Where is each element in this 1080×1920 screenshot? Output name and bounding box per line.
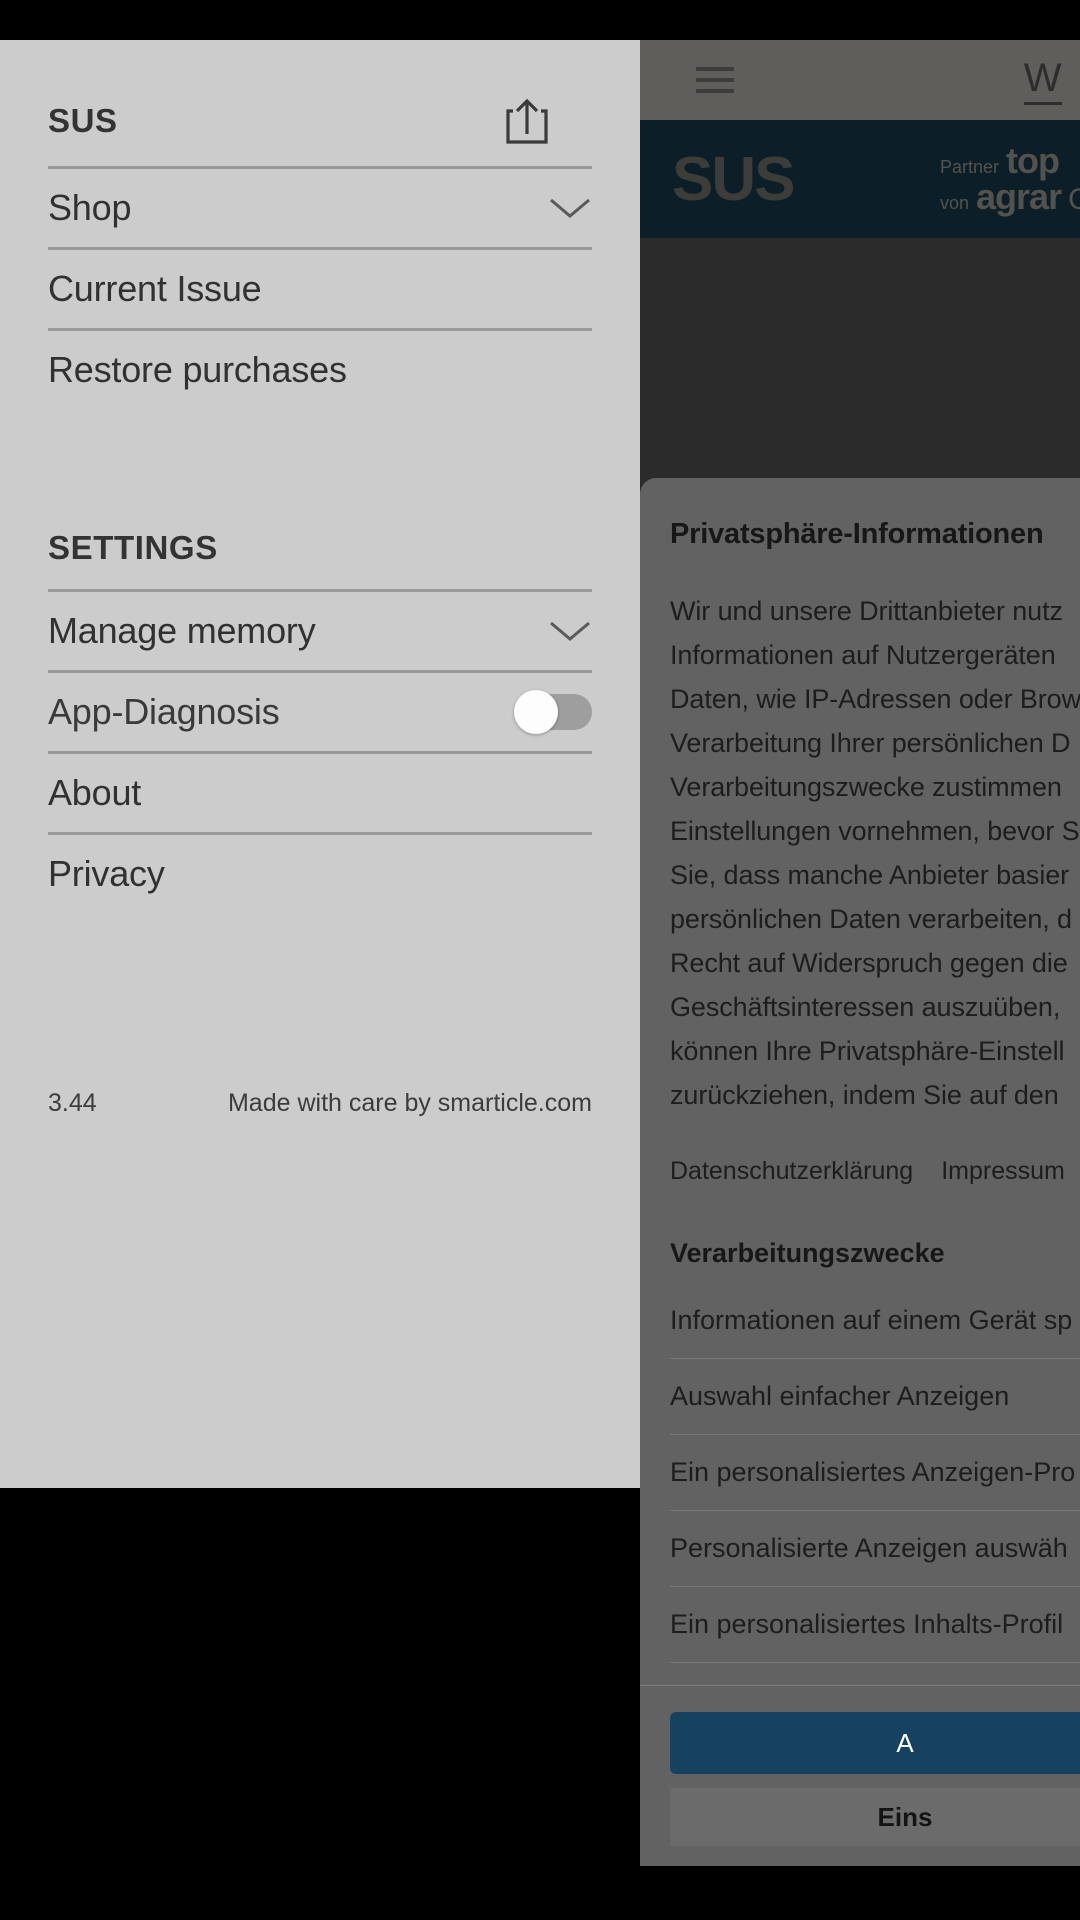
status-bar-black	[0, 0, 1080, 40]
settings-section: SETTINGS Manage memory App-Diagnosis Abo…	[0, 529, 640, 913]
partner-brand-agrar: agrar	[976, 176, 1062, 217]
hamburger-menu-icon[interactable]	[696, 67, 734, 93]
list-item[interactable]: Personalisierte Anzeigen auswäh	[670, 1511, 1080, 1587]
list-item[interactable]: Ein personalisiertes Inhalts-Profil	[670, 1587, 1080, 1663]
privacy-dialog-body: Wir und unsere Drittanbieter nutz Inform…	[670, 596, 1080, 1110]
sidebar-item-restore-purchases[interactable]: Restore purchases	[48, 328, 592, 409]
list-item[interactable]: Informationen auf einem Gerät sp	[670, 1283, 1080, 1359]
settings-title: SETTINGS	[48, 529, 218, 566]
chevron-down-icon[interactable]	[548, 619, 592, 643]
link-datenschutzerklaerung[interactable]: Datenschutzerklärung	[670, 1157, 913, 1186]
partner-brand-online: On	[1068, 183, 1080, 216]
navigation-bar-black	[0, 1866, 1080, 1920]
settings-button[interactable]: Eins	[670, 1788, 1080, 1846]
partner-brand-top: top	[1006, 140, 1060, 181]
sidebar-item-label: Current Issue	[48, 268, 262, 309]
sidebar-item-label: Restore purchases	[48, 349, 347, 390]
app-section-header: SUS	[48, 40, 592, 144]
partner-label: Partner	[940, 157, 1000, 177]
accept-all-button[interactable]: A	[670, 1712, 1080, 1774]
sidebar-item-manage-memory[interactable]: Manage memory	[48, 589, 592, 670]
navigation-drawer: SUS Shop Current Issue Restore purchases…	[0, 40, 640, 1488]
sidebar-item-label: App-Diagnosis	[48, 691, 280, 732]
privacy-consent-dialog: Privatsphäre-Informationen Wir und unser…	[640, 478, 1080, 1866]
partner-von-label: von	[940, 193, 970, 213]
link-impressum[interactable]: Impressum	[941, 1157, 1065, 1186]
sidebar-item-label: Shop	[48, 187, 132, 228]
sidebar-item-label: Manage memory	[48, 610, 316, 651]
sidebar-item-label: About	[48, 772, 142, 813]
chevron-down-icon[interactable]	[548, 196, 592, 220]
web-banner: SUS Partner top von agrar On	[640, 120, 1080, 238]
app-version: 3.44	[48, 1089, 97, 1117]
drawer-title: SUS	[48, 102, 118, 139]
banner-partner-lockup: Partner top von agrar On	[940, 143, 1080, 215]
sidebar-item-privacy[interactable]: Privacy	[48, 832, 592, 913]
list-item[interactable]: Auswahl einfacher Anzeigen	[670, 1359, 1080, 1435]
app-diagnosis-toggle[interactable]	[514, 690, 592, 734]
share-icon[interactable]	[506, 98, 548, 144]
sidebar-item-current-issue[interactable]: Current Issue	[48, 247, 592, 328]
web-header-link[interactable]: W	[1023, 56, 1062, 105]
dialog-footer-divider	[640, 1685, 1080, 1686]
web-header: W	[640, 40, 1080, 120]
drawer-footer: 3.44 Made with care by smarticle.com	[48, 1089, 592, 1118]
settings-section-header: SETTINGS	[48, 529, 592, 567]
privacy-dialog-title: Privatsphäre-Informationen	[670, 518, 1044, 550]
banner-logo: SUS	[672, 144, 795, 214]
sidebar-item-app-diagnosis[interactable]: App-Diagnosis	[48, 670, 592, 751]
screen-root: W SUS Partner top von agrar On Privatsph…	[0, 0, 1080, 1920]
purposes-list: Informationen auf einem Gerät sp Auswahl…	[670, 1283, 1080, 1663]
list-item[interactable]: Ein personalisiertes Anzeigen-Pro	[670, 1435, 1080, 1511]
sidebar-item-label: Privacy	[48, 853, 165, 894]
made-by-credit: Made with care by smarticle.com	[227, 1089, 592, 1117]
privacy-dialog-links: Datenschutzerklärung Impressum A	[670, 1157, 1080, 1186]
app-section: SUS Shop Current Issue Restore purchases	[0, 40, 640, 409]
sidebar-item-shop[interactable]: Shop	[48, 166, 592, 247]
toggle-knob	[514, 690, 558, 734]
purposes-heading: Verarbeitungszwecke	[670, 1238, 945, 1268]
sidebar-item-about[interactable]: About	[48, 751, 592, 832]
